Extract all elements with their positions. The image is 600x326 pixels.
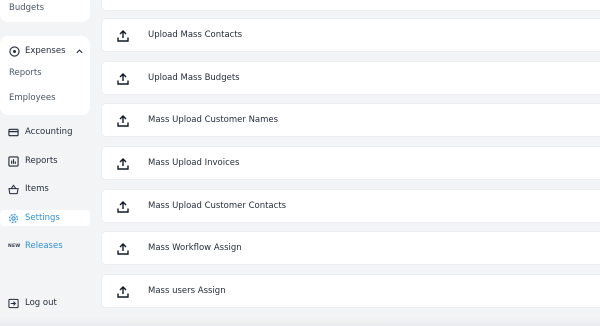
upload-row[interactable]: Mass Upload Customer Contacts (102, 190, 600, 222)
upload-row[interactable]: Mass users Assign (102, 275, 600, 307)
expenses-card: Expenses Reports Employees (0, 36, 90, 115)
credit-card-icon (8, 127, 19, 138)
gear-icon (8, 213, 19, 224)
upload-icon (116, 156, 130, 170)
sidebar-item-accounting[interactable]: Accounting (0, 124, 90, 140)
sidebar-item-releases[interactable]: NEW Releases (0, 238, 90, 254)
upload-row-label: Mass Workflow Assign (148, 243, 242, 253)
upload-row-label: Mass Upload Customer Contacts (148, 201, 287, 211)
upload-row[interactable]: Mass Workflow Assign (102, 232, 600, 264)
expenses-toggle[interactable]: Expenses (9, 44, 85, 58)
upload-row[interactable]: Mass Upload Invoices (102, 147, 600, 179)
new-badge-icon: NEW (8, 243, 21, 249)
sidebar: Budgets Expenses Reports Employees Accou… (0, 0, 92, 326)
circle-dollar-icon (9, 45, 20, 57)
expenses-label: Expenses (25, 46, 66, 56)
basket-icon (8, 184, 19, 195)
sidebar-item-label: Settings (25, 213, 60, 223)
sidebar-item-label: Releases (25, 241, 63, 251)
upload-icon (116, 28, 130, 42)
list-item-partial (102, 0, 600, 10)
chevron-up-icon (74, 46, 85, 57)
sidebar-item-settings[interactable]: Settings (0, 210, 90, 226)
sidebar-item-logout[interactable]: Log out (0, 295, 90, 311)
upload-row-label: Mass Upload Customer Names (148, 115, 279, 125)
upload-row-label: Upload Mass Budgets (148, 73, 240, 83)
sidebar-subitem-budgets[interactable]: Budgets (9, 3, 44, 13)
sidebar-subitem-employees[interactable]: Employees (9, 93, 56, 103)
budgets-card: Budgets (0, 0, 90, 22)
upload-icon (116, 284, 130, 298)
upload-row[interactable]: Upload Mass Budgets (102, 62, 600, 94)
upload-row-label: Mass users Assign (148, 286, 226, 296)
upload-row[interactable]: Mass Upload Customer Names (102, 104, 600, 136)
upload-row[interactable]: Upload Mass Contacts (102, 19, 600, 51)
bottom-edge (0, 318, 600, 326)
upload-icon (116, 71, 130, 85)
sidebar-item-items[interactable]: Items (0, 181, 90, 197)
upload-icon (116, 113, 130, 127)
upload-row-label: Mass Upload Invoices (148, 158, 240, 168)
logout-icon (8, 298, 19, 309)
upload-icon (116, 241, 130, 255)
sidebar-item-label: Accounting (25, 127, 73, 137)
bar-chart-icon (8, 155, 19, 167)
upload-icon (116, 199, 130, 213)
upload-row-label: Upload Mass Contacts (148, 30, 243, 40)
sidebar-item-label: Reports (25, 156, 58, 166)
sidebar-subitem-reports[interactable]: Reports (9, 68, 42, 78)
sidebar-item-label: Items (25, 184, 49, 194)
sidebar-item-reports[interactable]: Reports (0, 153, 90, 169)
sidebar-item-label: Log out (25, 298, 57, 308)
